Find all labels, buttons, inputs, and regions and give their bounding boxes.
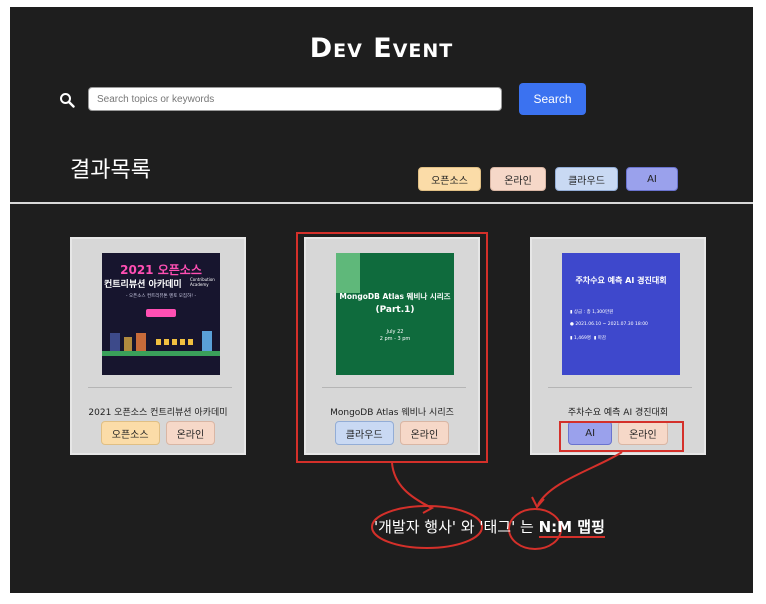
arrow-head <box>421 502 435 514</box>
caption-part-event: '개발자 행사' <box>374 518 457 536</box>
app-window: Dev Event Search 결과목록 오픈소스 온라인 클라우드 AI 2… <box>10 7 753 593</box>
caption-part-and: 와 <box>456 518 480 536</box>
arrow-tags-to-caption <box>537 451 623 506</box>
caption-part-tag: '태그' <box>479 518 516 536</box>
annotation-overlay <box>371 451 623 550</box>
caption-part-is: 는 <box>515 518 539 536</box>
annotation-caption: '개발자 행사' 와 '태그' 는 N:M 맵핑 <box>374 516 605 538</box>
arrow-event-to-caption <box>391 462 431 508</box>
caption-mapping: N:M 맵핑 <box>538 518 605 538</box>
